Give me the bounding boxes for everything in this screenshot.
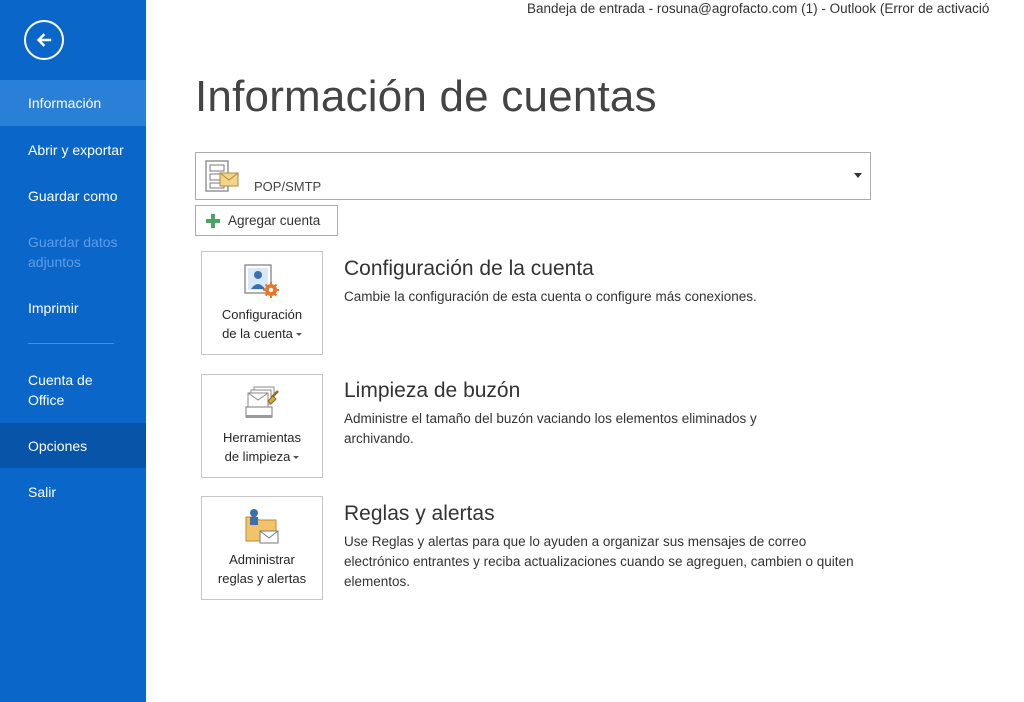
nav-item-label: Guardar como [28, 188, 118, 204]
tile-label-line1: Configuración [221, 307, 303, 322]
nav-item-label: Salir [28, 484, 57, 500]
nav-item-opciones[interactable]: Opciones [0, 423, 146, 468]
cleanup-tools-icon [242, 385, 282, 428]
nav-item-label: Opciones [28, 438, 88, 454]
nav-item-salir[interactable]: Salir [0, 482, 146, 502]
mail-account-icon [204, 159, 240, 200]
caret-down-icon [293, 456, 300, 460]
plus-icon [206, 213, 220, 228]
section-description: Cambie la configuración de esta cuenta o… [344, 289, 757, 304]
section-heading: Limpieza de buzón [344, 379, 521, 402]
nav-item-guardar-adjuntos: Guardar datos adjuntos [0, 232, 124, 272]
nav-divider [28, 343, 114, 344]
caret-down-icon [295, 333, 302, 337]
window-title: Bandeja de entrada - rosuna@agrofacto.co… [527, 1, 990, 16]
account-dropdown[interactable]: POP/SMTP [195, 152, 871, 200]
nav-item-abrir-exportar[interactable]: Abrir y exportar [0, 140, 146, 160]
nav-item-guardar-como[interactable]: Guardar como [0, 186, 146, 206]
backstage-sidebar: Información Abrir y exportar Guardar com… [0, 0, 146, 702]
section-heading: Configuración de la cuenta [344, 257, 594, 280]
rules-alerts-icon [242, 507, 282, 552]
nav-item-imprimir[interactable]: Imprimir [0, 298, 146, 318]
account-type: POP/SMTP [254, 179, 322, 194]
nav-item-label: Información [28, 95, 102, 111]
section-heading: Reglas y alertas [344, 502, 495, 525]
back-button[interactable] [24, 20, 64, 60]
nav-item-label: Cuenta de Office [28, 372, 93, 408]
nav-item-informacion[interactable]: Información [0, 80, 146, 126]
nav-item-cuenta-office[interactable]: Cuenta de Office [0, 370, 110, 410]
account-settings-button[interactable]: Configuración de la cuenta [201, 251, 323, 355]
add-account-button[interactable]: Agregar cuenta [195, 205, 338, 236]
rules-alerts-button[interactable]: Administrar reglas y alertas [201, 496, 323, 600]
section-description: Use Reglas y alertas para que lo ayuden … [344, 534, 854, 589]
page-title: Información de cuentas [195, 72, 657, 121]
tile-label-line1: Herramientas [222, 430, 302, 445]
section-description: Administre el tamaño del buzón vaciando … [344, 411, 757, 446]
back-arrow-icon [36, 33, 52, 47]
nav-item-label: Imprimir [28, 300, 79, 316]
chevron-down-icon [854, 173, 862, 178]
nav-item-label: Abrir y exportar [28, 142, 124, 158]
nav-item-label: Guardar datos adjuntos [28, 234, 118, 270]
tile-label-line1: Administrar [229, 552, 295, 567]
account-name [254, 159, 464, 173]
tile-label-line2: reglas y alertas [217, 571, 307, 586]
account-settings-icon [242, 262, 282, 305]
cleanup-tools-button[interactable]: Herramientas de limpieza [201, 374, 323, 478]
add-account-label: Agregar cuenta [228, 213, 321, 228]
tile-label-line2: de limpieza [224, 449, 291, 464]
tile-label-line2: de la cuenta [222, 326, 293, 341]
